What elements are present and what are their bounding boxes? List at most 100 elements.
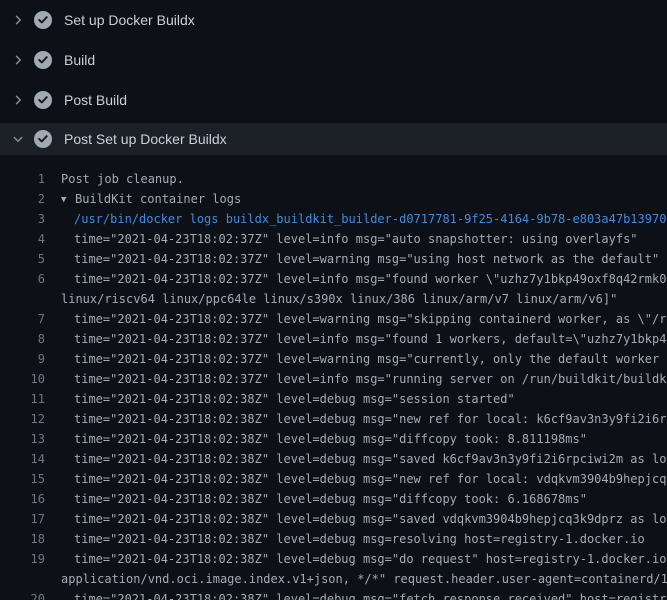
check-circle-icon [34,11,52,29]
steps-list: Set up Docker Buildx Build Post Build [0,0,667,155]
log-text-content: time="2021-04-23T18:02:38Z" level=debug … [74,432,587,446]
chevron-right-icon [10,12,26,28]
step-row-build[interactable]: Build [0,40,667,80]
log-text: time="2021-04-23T18:02:38Z" level=debug … [45,389,667,409]
log-line: 3 /usr/bin/docker logs buildx_buildkit_b… [0,209,667,229]
log-text-content: time="2021-04-23T18:02:38Z" level=debug … [74,592,667,600]
log-text: time="2021-04-23T18:02:37Z" level=info m… [45,329,667,349]
log-text-content: time="2021-04-23T18:02:38Z" level=debug … [74,412,667,426]
log-text: time="2021-04-23T18:02:38Z" level=debug … [45,449,667,469]
log-line: linux/riscv64 linux/ppc64le linux/s390x … [0,289,667,309]
log-text: /usr/bin/docker logs buildx_buildkit_bui… [45,209,667,229]
line-number[interactable]: 1 [0,169,45,189]
log-text-content: time="2021-04-23T18:02:38Z" level=debug … [74,532,645,546]
step-row-set-up-docker-buildx[interactable]: Set up Docker Buildx [0,0,667,40]
line-number[interactable] [0,569,45,589]
log-text: time="2021-04-23T18:02:38Z" level=debug … [45,589,667,600]
log-text-content: time="2021-04-23T18:02:37Z" level=warnin… [74,312,667,326]
log-text-content: Post job cleanup. [61,172,184,186]
log-line: 2 ▼BuildKit container logs [0,189,667,209]
log-line: 6 time="2021-04-23T18:02:37Z" level=info… [0,269,667,289]
line-number[interactable]: 13 [0,429,45,449]
log-text: Post job cleanup. [45,169,667,189]
log-text: linux/riscv64 linux/ppc64le linux/s390x … [45,289,667,309]
step-row-post-set-up-docker-buildx[interactable]: Post Set up Docker Buildx [0,123,667,155]
log-line: 15 time="2021-04-23T18:02:38Z" level=deb… [0,469,667,489]
log-line: 8 time="2021-04-23T18:02:37Z" level=info… [0,329,667,349]
step-label: Post Build [64,92,127,108]
log-text: time="2021-04-23T18:02:37Z" level=info m… [45,229,667,249]
line-number[interactable]: 4 [0,229,45,249]
log-line: 19 time="2021-04-23T18:02:38Z" level=deb… [0,549,667,569]
line-number[interactable]: 17 [0,509,45,529]
log-line: 20 time="2021-04-23T18:02:38Z" level=deb… [0,589,667,600]
log-line: 12 time="2021-04-23T18:02:38Z" level=deb… [0,409,667,429]
log-line: 10 time="2021-04-23T18:02:37Z" level=inf… [0,369,667,389]
log-line: 9 time="2021-04-23T18:02:37Z" level=warn… [0,349,667,369]
triangle-down-icon[interactable]: ▼ [61,190,75,209]
chevron-right-icon [10,92,26,108]
log-line: 16 time="2021-04-23T18:02:38Z" level=deb… [0,489,667,509]
log-text: time="2021-04-23T18:02:37Z" level=warnin… [45,309,667,329]
line-number[interactable]: 7 [0,309,45,329]
log-line: 14 time="2021-04-23T18:02:38Z" level=deb… [0,449,667,469]
log-text: time="2021-04-23T18:02:38Z" level=debug … [45,489,667,509]
line-number[interactable]: 15 [0,469,45,489]
log-text: time="2021-04-23T18:02:38Z" level=debug … [45,509,667,529]
line-number[interactable]: 10 [0,369,45,389]
line-number[interactable]: 16 [0,489,45,509]
line-number[interactable]: 18 [0,529,45,549]
log-text: time="2021-04-23T18:02:37Z" level=info m… [45,369,667,389]
log-line: 17 time="2021-04-23T18:02:38Z" level=deb… [0,509,667,529]
line-number[interactable] [0,289,45,309]
log-text: time="2021-04-23T18:02:37Z" level=warnin… [45,249,667,269]
log-text-content: time="2021-04-23T18:02:38Z" level=debug … [74,492,587,506]
line-number[interactable]: 12 [0,409,45,429]
log-line: 11 time="2021-04-23T18:02:38Z" level=deb… [0,389,667,409]
line-number[interactable]: 19 [0,549,45,569]
log-text-content: time="2021-04-23T18:02:38Z" level=debug … [74,392,515,406]
log-line: 13 time="2021-04-23T18:02:38Z" level=deb… [0,429,667,449]
log-text: time="2021-04-23T18:02:38Z" level=debug … [45,429,667,449]
check-circle-icon [34,51,52,69]
log-text-content: time="2021-04-23T18:02:38Z" level=debug … [74,472,667,486]
line-number[interactable]: 11 [0,389,45,409]
check-circle-icon [34,130,52,148]
log-line: 7 time="2021-04-23T18:02:37Z" level=warn… [0,309,667,329]
check-circle-icon [34,91,52,109]
log-text-content: linux/riscv64 linux/ppc64le linux/s390x … [61,292,617,306]
line-number[interactable]: 14 [0,449,45,469]
line-number[interactable]: 9 [0,349,45,369]
log-line: 4 time="2021-04-23T18:02:37Z" level=info… [0,229,667,249]
log-text-content: time="2021-04-23T18:02:37Z" level=warnin… [74,252,659,266]
step-label: Post Set up Docker Buildx [64,131,227,147]
log-line: 1 Post job cleanup. [0,169,667,189]
log-text: time="2021-04-23T18:02:37Z" level=warnin… [45,349,667,369]
step-label: Set up Docker Buildx [64,12,195,28]
log-line: 5 time="2021-04-23T18:02:37Z" level=warn… [0,249,667,269]
workflow-log-panel: Set up Docker Buildx Build Post Build [0,0,667,600]
line-number[interactable]: 20 [0,589,45,600]
log-text-content: /usr/bin/docker logs buildx_buildkit_bui… [74,212,666,226]
log-text-content: time="2021-04-23T18:02:38Z" level=debug … [74,452,667,466]
log-text: time="2021-04-23T18:02:38Z" level=debug … [45,409,667,429]
log-text-content: time="2021-04-23T18:02:38Z" level=debug … [74,552,667,566]
chevron-down-icon [10,131,26,147]
log-text: time="2021-04-23T18:02:38Z" level=debug … [45,529,667,549]
log-text: time="2021-04-23T18:02:37Z" level=info m… [45,269,667,289]
line-number[interactable]: 2 [0,189,45,209]
step-row-post-build[interactable]: Post Build [0,80,667,120]
log-text: time="2021-04-23T18:02:38Z" level=debug … [45,549,667,569]
log-viewer[interactable]: 1 Post job cleanup. 2 ▼BuildKit containe… [0,155,667,600]
log-text-content: time="2021-04-23T18:02:38Z" level=debug … [74,512,667,526]
log-text-content: time="2021-04-23T18:02:37Z" level=warnin… [74,352,667,366]
log-group-toggle[interactable]: ▼BuildKit container logs [45,189,667,209]
line-number[interactable]: 5 [0,249,45,269]
log-text-content: application/vnd.oci.image.index.v1+json,… [61,572,667,586]
line-number[interactable]: 8 [0,329,45,349]
log-text-content: time="2021-04-23T18:02:37Z" level=info m… [74,332,667,346]
line-number[interactable]: 3 [0,209,45,229]
log-line: application/vnd.oci.image.index.v1+json,… [0,569,667,589]
line-number[interactable]: 6 [0,269,45,289]
chevron-right-icon [10,52,26,68]
